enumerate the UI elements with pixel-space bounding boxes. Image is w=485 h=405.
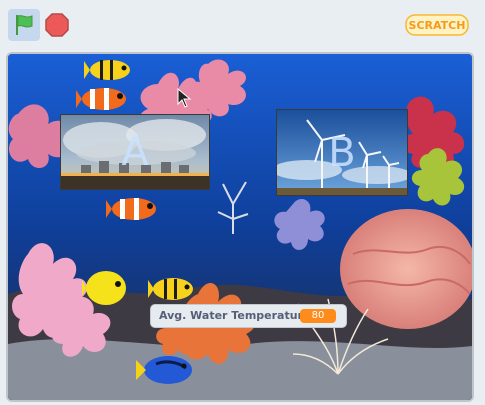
striped-fish-sprite-middle[interactable] bbox=[148, 274, 196, 304]
stage[interactable]: A B Avg. Water Temperature 80 bbox=[6, 52, 474, 402]
monitor-label: Avg. Water Temperature bbox=[159, 309, 311, 322]
clownfish-sprite-top[interactable] bbox=[76, 84, 132, 114]
green-flag-button[interactable] bbox=[8, 9, 40, 41]
variable-monitor[interactable]: Avg. Water Temperature 80 bbox=[150, 304, 347, 328]
clownfish-sprite-middle[interactable] bbox=[106, 194, 162, 224]
card-a-power-plant[interactable]: A bbox=[60, 114, 210, 190]
yellow-tang-sprite[interactable] bbox=[82, 268, 130, 308]
mouse-cursor-icon bbox=[177, 88, 192, 108]
stop-sign-icon bbox=[45, 13, 69, 37]
scratch-logo[interactable]: SCRATCH bbox=[405, 14, 469, 40]
card-a-letter: A bbox=[121, 129, 149, 175]
stop-button[interactable] bbox=[44, 12, 70, 38]
striped-fish-sprite-top[interactable] bbox=[84, 56, 134, 84]
logo-text: SCRATCH bbox=[409, 19, 466, 32]
green-flag-icon bbox=[16, 15, 33, 35]
scratch-logo-icon: SCRATCH bbox=[405, 14, 469, 36]
blue-tang-sprite[interactable] bbox=[136, 352, 196, 388]
card-b-letter: B bbox=[328, 129, 356, 176]
toolbar: SCRATCH bbox=[0, 0, 485, 48]
monitor-value: 80 bbox=[300, 309, 336, 323]
card-b-wind-turbines[interactable]: B bbox=[276, 109, 408, 196]
